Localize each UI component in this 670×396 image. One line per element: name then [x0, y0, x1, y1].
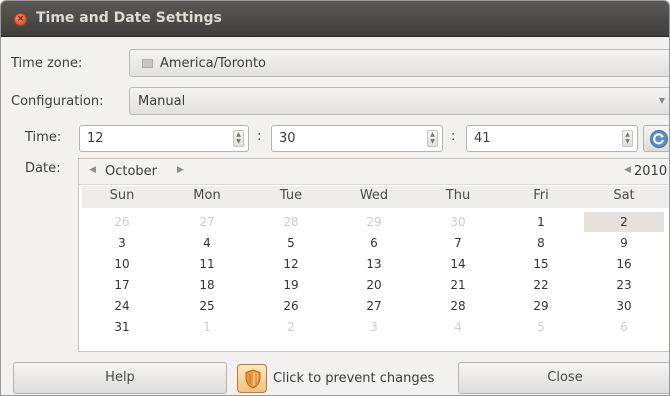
configuration-dropdown[interactable]: Manual ▼	[129, 87, 669, 115]
calendar-day[interactable]: 25	[167, 296, 247, 316]
timezone-button[interactable]: America/Toronto	[129, 49, 669, 77]
calendar-day[interactable]: 22	[501, 275, 581, 295]
calendar-day[interactable]: 12	[251, 254, 331, 274]
timezone-label: Time zone:	[11, 56, 83, 71]
calendar-year: 2010	[634, 164, 668, 179]
calendar-day[interactable]: 17	[82, 275, 162, 295]
calendar-day[interactable]: 27	[334, 296, 414, 316]
calendar-day[interactable]: 9	[584, 233, 664, 253]
time-label: Time:	[25, 130, 62, 145]
spin-arrows-icon[interactable]: ▲ ▼	[233, 130, 244, 147]
calendar-day[interactable]: 1	[167, 317, 247, 337]
titlebar: × Time and Date Settings	[1, 1, 669, 37]
lock-shield-icon	[245, 369, 261, 389]
lock-button[interactable]	[237, 364, 267, 393]
calendar-day[interactable]: 30	[418, 212, 498, 232]
calendar-day[interactable]: 27	[167, 212, 247, 232]
date-label: Date:	[25, 161, 61, 176]
calendar-day[interactable]: 19	[251, 275, 331, 295]
calendar-day[interactable]: 11	[167, 254, 247, 274]
calendar-day[interactable]: 14	[418, 254, 498, 274]
time-date-settings-window: × Time and Date Settings Time zone: Amer…	[0, 0, 670, 396]
calendar-day[interactable]: 15	[501, 254, 581, 274]
hours-value: 12	[87, 131, 104, 146]
calendar-day[interactable]: 5	[251, 233, 331, 253]
calendar-day[interactable]: 6	[584, 317, 664, 337]
calendar-day[interactable]: 21	[418, 275, 498, 295]
calendar-day[interactable]: 5	[501, 317, 581, 337]
weekday-header: Mon	[193, 188, 221, 203]
calendar[interactable]: ◀ October ▶ ◀ 2010 ▶ Sun Mon Tue Wed Thu Fri S…	[78, 158, 669, 352]
calendar-day[interactable]: 30	[584, 296, 664, 316]
refresh-icon	[650, 130, 668, 148]
next-month-icon[interactable]: ▶	[177, 165, 184, 175]
minutes-value: 30	[279, 131, 296, 146]
calendar-day[interactable]: 28	[251, 212, 331, 232]
calendar-day[interactable]: 10	[82, 254, 162, 274]
help-button[interactable]: Help	[13, 362, 227, 394]
calendar-day[interactable]: 29	[334, 212, 414, 232]
calendar-day[interactable]: 18	[167, 275, 247, 295]
calendar-day[interactable]: 16	[584, 254, 664, 274]
time-separator: :	[257, 129, 262, 144]
window-title: Time and Date Settings	[36, 10, 222, 26]
calendar-day[interactable]: 6	[334, 233, 414, 253]
refresh-button[interactable]	[643, 125, 669, 152]
weekday-header: Tue	[279, 188, 303, 203]
weekday-header: Wed	[359, 188, 389, 203]
prev-month-icon[interactable]: ◀	[89, 165, 96, 175]
calendar-day[interactable]: 3	[82, 233, 162, 253]
minutes-spinbox[interactable]: 30 ▲ ▼	[271, 125, 443, 152]
weekday-header: Sun	[109, 188, 135, 203]
calendar-day[interactable]: 2	[584, 212, 664, 232]
seconds-value: 41	[474, 131, 491, 146]
prev-year-icon[interactable]: ◀	[624, 165, 631, 175]
calendar-day[interactable]: 1	[501, 212, 581, 232]
calendar-day[interactable]: 20	[334, 275, 414, 295]
configuration-value: Manual	[138, 94, 186, 109]
calendar-day[interactable]: 29	[501, 296, 581, 316]
calendar-day[interactable]: 4	[418, 317, 498, 337]
hours-spinbox[interactable]: 12 ▲ ▼	[79, 125, 249, 152]
calendar-day[interactable]: 13	[334, 254, 414, 274]
chevron-down-icon: ▼	[658, 96, 665, 105]
calendar-header: ◀ October ▶ ◀ 2010 ▶	[79, 159, 669, 185]
calendar-day[interactable]: 31	[82, 317, 162, 337]
calendar-day[interactable]: 26	[251, 296, 331, 316]
calendar-day[interactable]: 8	[501, 233, 581, 253]
calendar-day[interactable]: 26	[82, 212, 162, 232]
spin-arrows-icon[interactable]: ▲ ▼	[622, 130, 633, 147]
calendar-day[interactable]: 28	[418, 296, 498, 316]
timezone-value: America/Toronto	[160, 56, 266, 71]
calendar-day[interactable]: 2	[251, 317, 331, 337]
calendar-day[interactable]: 4	[167, 233, 247, 253]
weekday-header: Thu	[445, 188, 471, 203]
calendar-day[interactable]: 24	[82, 296, 162, 316]
calendar-day[interactable]: 23	[584, 275, 664, 295]
close-button[interactable]: Close	[458, 362, 669, 394]
weekday-header: Fri	[533, 188, 549, 203]
location-icon	[142, 59, 153, 68]
spin-arrows-icon[interactable]: ▲ ▼	[427, 130, 438, 147]
seconds-spinbox[interactable]: 41 ▲ ▼	[466, 125, 638, 152]
calendar-day[interactable]: 7	[418, 233, 498, 253]
calendar-day[interactable]: 3	[334, 317, 414, 337]
close-window-icon[interactable]: ×	[14, 13, 27, 26]
weekday-header: Sat	[613, 188, 635, 203]
lock-label[interactable]: Click to prevent changes	[273, 371, 434, 386]
configuration-label: Configuration:	[11, 94, 104, 109]
calendar-month: October	[105, 164, 158, 179]
time-separator: :	[451, 129, 456, 144]
